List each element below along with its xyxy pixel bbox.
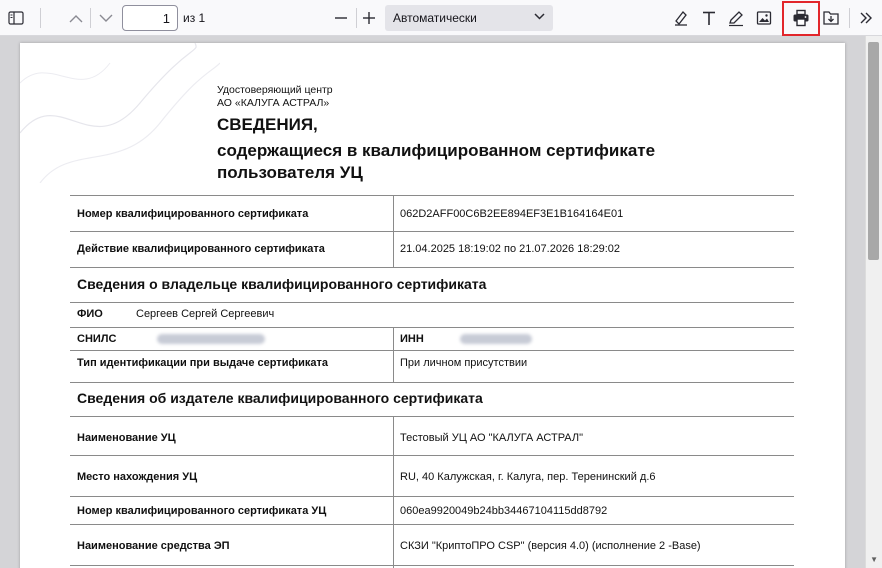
table-border — [393, 327, 394, 382]
snils-label: СНИЛС — [77, 333, 117, 345]
add-image-button[interactable] — [750, 4, 778, 32]
subtitle-line: содержащиеся в квалифицированном сертифи… — [217, 141, 656, 160]
previous-page-button[interactable] — [62, 4, 90, 32]
draw-button[interactable] — [722, 4, 750, 32]
validity-label: Действие квалифицированного сертификата — [77, 243, 325, 255]
save-button[interactable] — [817, 4, 845, 32]
table-border — [70, 496, 794, 497]
document-title: СВЕДЕНИЯ, — [217, 115, 318, 134]
fio-value: Сергеев Сергей Сергеевич — [136, 308, 275, 320]
table-border — [70, 327, 794, 328]
issuer-line: Удостоверяющий центр — [217, 84, 333, 96]
table-border — [393, 416, 394, 568]
table-border — [70, 302, 794, 303]
issuer-header: Удостоверяющий центр АО «КАЛУГА АСТРАЛ» — [217, 84, 333, 110]
document-viewer[interactable]: Удостоверяющий центр АО «КАЛУГА АСТРАЛ» … — [0, 36, 882, 568]
zoom-select-value: Автоматически — [393, 11, 477, 25]
table-border — [70, 416, 794, 417]
tools-menu-button[interactable] — [852, 4, 880, 32]
fio-label: ФИО — [77, 308, 103, 320]
ca-location-value: RU, 40 Калужская, г. Калуга, пер. Терени… — [400, 471, 656, 483]
ca-location-label: Место нахождения УЦ — [77, 471, 198, 483]
id-type-label: Тип идентификации при выдаче сертификата — [77, 357, 328, 369]
table-border — [70, 267, 794, 268]
snils-value-redacted — [157, 334, 265, 344]
chevron-up-icon — [69, 14, 83, 22]
table-border — [70, 231, 794, 232]
zoom-out-button[interactable] — [327, 4, 355, 32]
next-page-button[interactable] — [92, 4, 120, 32]
table-border — [70, 455, 794, 456]
validity-value: 21.04.2025 18:19:02 по 21.07.2026 18:29:… — [400, 243, 621, 255]
chevron-down-icon — [534, 13, 545, 20]
ep-tool-value: СКЗИ "КриптоПРО CSP" (версия 4.0) (испол… — [400, 540, 701, 552]
zoom-select[interactable]: Автоматически — [385, 5, 553, 31]
page-count-label: из 1 — [183, 11, 206, 25]
minus-icon — [335, 17, 347, 19]
inn-value-redacted — [460, 334, 532, 344]
cert-number-value: 062D2AFF00C6B2EE894EF3E1B164164E01 — [400, 208, 624, 220]
document-subtitle: содержащиеся в квалифицированном сертифи… — [217, 140, 737, 184]
table-border — [70, 195, 794, 196]
subtitle-line: пользователя УЦ — [217, 163, 363, 182]
decorative-wave-icon — [20, 43, 220, 183]
vertical-scrollbar[interactable]: ▼ — [865, 36, 882, 568]
ep-tool-label: Наименование средства ЭП — [77, 540, 230, 552]
draw-icon — [729, 11, 743, 27]
ca-name-value: Тестовый УЦ АО "КАЛУГА АСТРАЛ" — [400, 432, 583, 444]
cert-number-label: Номер квалифицированного сертификата — [77, 208, 309, 220]
highlight-icon — [675, 11, 687, 26]
zoom-in-button[interactable] — [355, 4, 383, 32]
inn-label: ИНН — [400, 333, 424, 345]
scroll-down-arrow-icon[interactable]: ▼ — [870, 555, 878, 564]
id-type-value: При личном присутствии — [400, 357, 528, 369]
ca-name-label: Наименование УЦ — [77, 432, 176, 444]
owner-section-title: Сведения о владельце квалифицированного … — [77, 276, 487, 292]
sidebar-toggle-button[interactable] — [2, 4, 30, 32]
tools-chevron-icon — [860, 12, 872, 24]
plus-icon — [363, 12, 375, 24]
table-border — [70, 350, 794, 351]
table-border — [70, 565, 794, 566]
chevron-down-icon — [99, 14, 113, 22]
table-border — [393, 195, 394, 267]
page-number-input[interactable] — [122, 5, 178, 31]
sidebar-toggle-icon — [8, 11, 24, 25]
ca-cert-number-value: 060ea9920049b24bb34467104115dd8792 — [400, 505, 608, 517]
table-border — [70, 382, 794, 383]
image-icon — [756, 11, 772, 25]
save-icon — [823, 11, 839, 25]
print-button-highlight — [782, 1, 820, 36]
add-text-button[interactable] — [695, 4, 723, 32]
ca-cert-number-label: Номер квалифицированного сертификата УЦ — [77, 505, 327, 517]
highlight-button[interactable] — [667, 4, 695, 32]
pdf-page: Удостоверяющий центр АО «КАЛУГА АСТРАЛ» … — [20, 43, 845, 568]
toolbar-separator — [90, 8, 91, 28]
issuer-section-title: Сведения об издателе квалифицированного … — [77, 390, 483, 406]
pdf-toolbar: из 1 Автоматически — [0, 0, 882, 36]
text-icon — [703, 11, 715, 25]
table-border — [70, 524, 794, 525]
toolbar-separator — [849, 8, 850, 28]
scrollbar-thumb[interactable] — [868, 42, 879, 260]
issuer-line: АО «КАЛУГА АСТРАЛ» — [217, 97, 330, 109]
toolbar-separator — [40, 8, 41, 28]
